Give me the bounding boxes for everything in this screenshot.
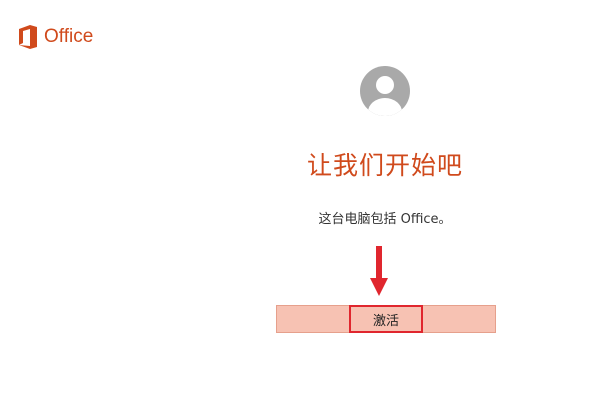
office-included-message: 这台电脑包括 Office。 bbox=[318, 212, 452, 227]
activate-button[interactable]: 激活 bbox=[349, 305, 423, 333]
office-activation-window: Office 让我们开始吧 这台电脑包括 Office。 激活 bbox=[0, 0, 600, 400]
office-brand-name: Office bbox=[44, 26, 94, 47]
office-brand: Office bbox=[18, 25, 93, 49]
office-logo-icon bbox=[19, 25, 37, 49]
page-title: 让我们开始吧 bbox=[306, 151, 463, 180]
user-avatar-icon bbox=[360, 66, 410, 116]
red-arrow-down-icon bbox=[370, 246, 388, 296]
